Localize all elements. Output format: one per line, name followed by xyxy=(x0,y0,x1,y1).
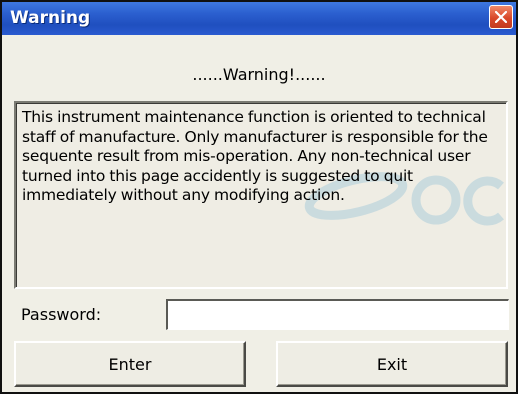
warning-heading: ......Warning!...... xyxy=(192,65,326,84)
password-label: Password: xyxy=(21,305,102,324)
warning-dialog: Warning ......Warning!...... This instru… xyxy=(0,0,518,394)
enter-button[interactable]: Enter xyxy=(14,341,246,387)
close-button[interactable] xyxy=(489,5,513,29)
close-icon xyxy=(495,11,507,23)
window-title: Warning xyxy=(10,8,91,28)
title-bar[interactable]: Warning xyxy=(2,2,516,35)
exit-button[interactable]: Exit xyxy=(276,341,508,387)
message-box: This instrument maintenance function is … xyxy=(14,101,508,289)
warning-message: This instrument maintenance function is … xyxy=(22,108,488,205)
password-input[interactable] xyxy=(166,299,509,330)
